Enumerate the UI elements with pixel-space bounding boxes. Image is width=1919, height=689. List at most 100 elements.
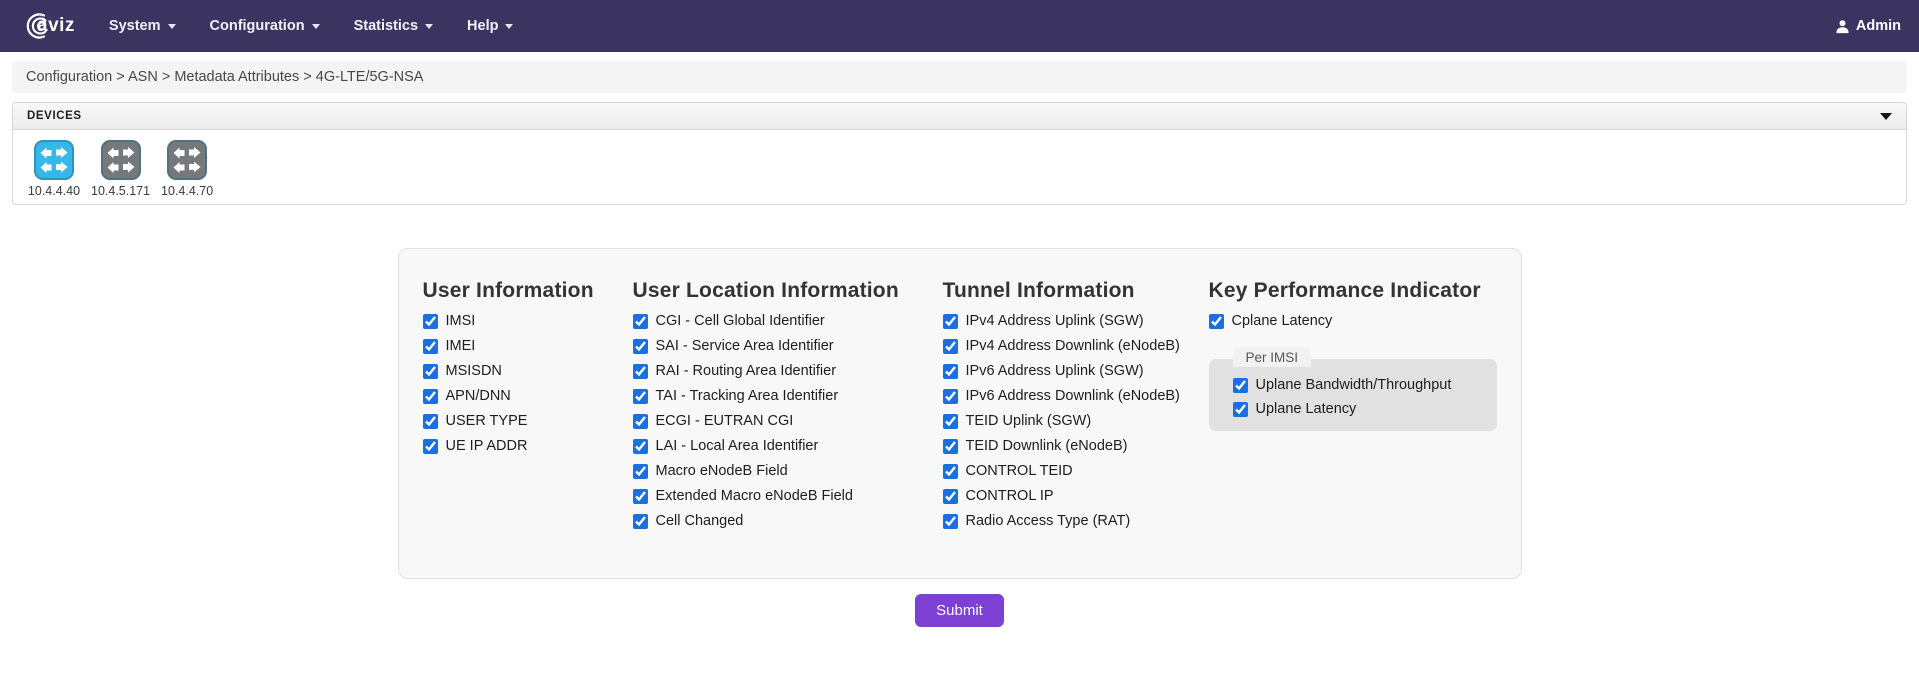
- attr-macro-enodeb-field-checkbox[interactable]: [633, 464, 648, 479]
- per-imsi-group-label: Per IMSI: [1233, 347, 1312, 367]
- collapse-caret-icon[interactable]: [1880, 113, 1892, 120]
- attr-extended-macro-enodeb-field-checkbox[interactable]: [633, 489, 648, 504]
- attr-apn-dnn-label[interactable]: APN/DNN: [446, 388, 511, 404]
- nav-item-statistics[interactable]: Statistics: [354, 18, 433, 34]
- caret-down-icon: [425, 24, 433, 29]
- attr-rai-routing-area-identifier-row: RAI - Routing Area Identifier: [633, 363, 943, 379]
- attr-cgi-cell-global-identifier-checkbox[interactable]: [633, 314, 648, 329]
- attr-ipv6-address-uplink-sgw--checkbox[interactable]: [943, 364, 958, 379]
- attr-macro-enodeb-field-row: Macro eNodeB Field: [633, 463, 943, 479]
- devices-panel-header[interactable]: DEVICES: [13, 103, 1906, 130]
- attr-user-type-label[interactable]: USER TYPE: [446, 413, 528, 429]
- device-10.4.4.70[interactable]: 10.4.4.70: [158, 140, 216, 198]
- attr-ipv6-address-downlink-enodeb--label[interactable]: IPv6 Address Downlink (eNodeB): [966, 388, 1180, 404]
- submit-row: Submit: [0, 594, 1919, 627]
- attr-uplane-bandwidth-throughput-checkbox[interactable]: [1233, 378, 1248, 393]
- attr-ipv4-address-uplink-sgw--label[interactable]: IPv4 Address Uplink (SGW): [966, 313, 1144, 329]
- user-name: Admin: [1856, 18, 1901, 34]
- attr-teid-downlink-enodeb--label[interactable]: TEID Downlink (eNodeB): [966, 438, 1128, 454]
- attr-ipv6-address-uplink-sgw--label[interactable]: IPv6 Address Uplink (SGW): [966, 363, 1144, 379]
- device-10.4.4.40[interactable]: 10.4.4.40: [25, 140, 83, 198]
- attr-cell-changed-label[interactable]: Cell Changed: [656, 513, 744, 529]
- nav-item-label: System: [109, 18, 161, 34]
- nav-item-help[interactable]: Help: [467, 18, 513, 34]
- switch-icon: [101, 140, 141, 180]
- attr-ue-ip-addr-checkbox[interactable]: [423, 439, 438, 454]
- attr-cgi-cell-global-identifier-label[interactable]: CGI - Cell Global Identifier: [656, 313, 825, 329]
- attr-sai-service-area-identifier-row: SAI - Service Area Identifier: [633, 338, 943, 354]
- column-title: Tunnel Information: [943, 279, 1209, 303]
- attr-tai-tracking-area-identifier-checkbox[interactable]: [633, 389, 648, 404]
- attr-rai-routing-area-identifier-label[interactable]: RAI - Routing Area Identifier: [656, 363, 837, 379]
- attr-control-ip-label[interactable]: CONTROL IP: [966, 488, 1054, 504]
- attr-ipv4-address-uplink-sgw--checkbox[interactable]: [943, 314, 958, 329]
- attr-uplane-latency-checkbox[interactable]: [1233, 402, 1248, 417]
- attr-sai-service-area-identifier-label[interactable]: SAI - Service Area Identifier: [656, 338, 834, 354]
- attr-apn-dnn-checkbox[interactable]: [423, 389, 438, 404]
- attr-lai-local-area-identifier-checkbox[interactable]: [633, 439, 648, 454]
- attr-teid-uplink-sgw--label[interactable]: TEID Uplink (SGW): [966, 413, 1092, 429]
- nav-item-configuration[interactable]: Configuration: [210, 18, 320, 34]
- brand-text: aviz: [37, 15, 75, 37]
- attr-control-ip-row: CONTROL IP: [943, 488, 1209, 504]
- attr-control-teid-checkbox[interactable]: [943, 464, 958, 479]
- attr-ue-ip-addr-label[interactable]: UE IP ADDR: [446, 438, 528, 454]
- nav-item-label: Configuration: [210, 18, 305, 34]
- attr-uplane-latency-label[interactable]: Uplane Latency: [1256, 401, 1357, 417]
- attr-extended-macro-enodeb-field-label[interactable]: Extended Macro eNodeB Field: [656, 488, 853, 504]
- attr-teid-uplink-sgw--row: TEID Uplink (SGW): [943, 413, 1209, 429]
- attr-user-type-row: USER TYPE: [423, 413, 633, 429]
- attr-radio-access-type-rat--row: Radio Access Type (RAT): [943, 513, 1209, 529]
- form-column-0: User InformationIMSIIMEIMSISDNAPN/DNNUSE…: [423, 279, 633, 538]
- attr-uplane-latency-row: Uplane Latency: [1233, 401, 1485, 417]
- attr-ipv4-address-downlink-enodeb--label[interactable]: IPv4 Address Downlink (eNodeB): [966, 338, 1180, 354]
- attr-imei-row: IMEI: [423, 338, 633, 354]
- attr-teid-uplink-sgw--checkbox[interactable]: [943, 414, 958, 429]
- attr-teid-downlink-enodeb--row: TEID Downlink (eNodeB): [943, 438, 1209, 454]
- form-column-2: Tunnel Information IPv4 Address Uplink (S…: [943, 279, 1209, 538]
- attr-tai-tracking-area-identifier-label[interactable]: TAI - Tracking Area Identifier: [656, 388, 839, 404]
- submit-button[interactable]: Submit: [915, 594, 1004, 627]
- nav-item-label: Statistics: [354, 18, 418, 34]
- attr-ipv6-address-downlink-enodeb--row: IPv6 Address Downlink (eNodeB): [943, 388, 1209, 404]
- attr-lai-local-area-identifier-label[interactable]: LAI - Local Area Identifier: [656, 438, 819, 454]
- attr-uplane-bandwidth-throughput-row: Uplane Bandwidth/Throughput: [1233, 377, 1485, 393]
- nav-item-system[interactable]: System: [109, 18, 176, 34]
- devices-panel-title: DEVICES: [27, 110, 82, 122]
- attr-uplane-bandwidth-throughput-label[interactable]: Uplane Bandwidth/Throughput: [1256, 377, 1452, 393]
- attr-imsi-checkbox[interactable]: [423, 314, 438, 329]
- attr-user-type-checkbox[interactable]: [423, 414, 438, 429]
- nav-menu: System Configuration Statistics Help: [109, 18, 514, 34]
- brand-logo[interactable]: aviz: [14, 0, 75, 52]
- attr-msisdn-label[interactable]: MSISDN: [446, 363, 502, 379]
- user-menu[interactable]: Admin: [1835, 18, 1901, 34]
- attr-control-teid-label[interactable]: CONTROL TEID: [966, 463, 1073, 479]
- device-10.4.5.171[interactable]: 10.4.5.171: [91, 140, 150, 198]
- attr-ipv6-address-uplink-sgw--row: IPv6 Address Uplink (SGW): [943, 363, 1209, 379]
- per-imsi-group: Per IMSIUplane Bandwidth/ThroughputUplan…: [1209, 359, 1497, 431]
- attr-rai-routing-area-identifier-checkbox[interactable]: [633, 364, 648, 379]
- attr-msisdn-checkbox[interactable]: [423, 364, 438, 379]
- device-ip-label: 10.4.5.171: [91, 184, 150, 198]
- attr-teid-downlink-enodeb--checkbox[interactable]: [943, 439, 958, 454]
- devices-list: 10.4.4.40 10.4.5.171 10.4.4.70: [13, 130, 1906, 204]
- attr-imei-checkbox[interactable]: [423, 339, 438, 354]
- form-column-1: User Location Information CGI - Cell Glob…: [633, 279, 943, 538]
- attr-ecgi-eutran-cgi-checkbox[interactable]: [633, 414, 648, 429]
- attr-control-ip-checkbox[interactable]: [943, 489, 958, 504]
- attr-imsi-label[interactable]: IMSI: [446, 313, 476, 329]
- attr-sai-service-area-identifier-checkbox[interactable]: [633, 339, 648, 354]
- attr-macro-enodeb-field-label[interactable]: Macro eNodeB Field: [656, 463, 788, 479]
- attr-ecgi-eutran-cgi-label[interactable]: ECGI - EUTRAN CGI: [656, 413, 794, 429]
- attr-ipv4-address-downlink-enodeb--checkbox[interactable]: [943, 339, 958, 354]
- attr-radio-access-type-rat--checkbox[interactable]: [943, 514, 958, 529]
- column-title: User Location Information: [633, 279, 943, 303]
- switch-icon: [34, 140, 74, 180]
- attr-cplane-latency-checkbox[interactable]: [1209, 314, 1224, 329]
- attr-radio-access-type-rat--label[interactable]: Radio Access Type (RAT): [966, 513, 1131, 529]
- attr-cplane-latency-label[interactable]: Cplane Latency: [1232, 313, 1333, 329]
- attr-ipv6-address-downlink-enodeb--checkbox[interactable]: [943, 389, 958, 404]
- caret-down-icon: [505, 24, 513, 29]
- attr-imei-label[interactable]: IMEI: [446, 338, 476, 354]
- attr-cell-changed-checkbox[interactable]: [633, 514, 648, 529]
